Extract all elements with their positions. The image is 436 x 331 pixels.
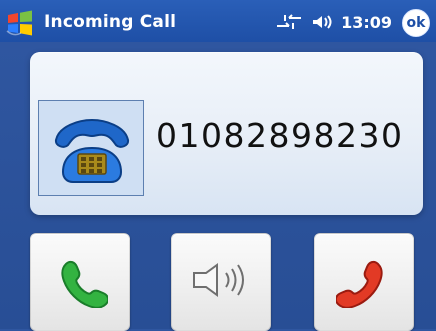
time: 13:09 bbox=[341, 12, 392, 32]
call-info-card: 01082898230 bbox=[30, 52, 423, 215]
contact-phone-box bbox=[38, 100, 144, 196]
desk-phone-icon bbox=[49, 114, 135, 188]
caller-number: 01082898230 bbox=[156, 116, 404, 155]
ok-button-label: ok bbox=[406, 15, 426, 31]
accept-call-button[interactable] bbox=[30, 233, 130, 331]
reject-call-button[interactable] bbox=[314, 233, 414, 331]
data-arrows-icon bbox=[275, 13, 303, 31]
status-area: 13:09 bbox=[275, 12, 392, 32]
speaker-button[interactable] bbox=[171, 233, 271, 331]
page-title: Incoming Call bbox=[44, 12, 177, 32]
incoming-call-screen: 01082898230 bbox=[0, 42, 436, 331]
title-bar: Incoming Call 13:09 ok bbox=[0, 0, 436, 42]
green-phone-icon bbox=[52, 252, 110, 312]
windows-start-icon[interactable] bbox=[6, 9, 34, 37]
ok-button[interactable]: ok bbox=[402, 9, 430, 37]
speaker-volume-icon bbox=[311, 13, 333, 31]
red-phone-icon bbox=[334, 252, 392, 312]
speaker-icon bbox=[186, 257, 256, 307]
